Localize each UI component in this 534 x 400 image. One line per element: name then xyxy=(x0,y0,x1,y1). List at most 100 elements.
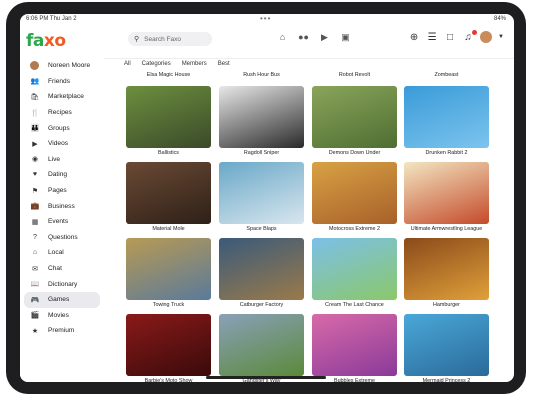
game-thumbnail[interactable] xyxy=(219,162,304,224)
game-title[interactable]: Drunken Rabbit 2 xyxy=(404,150,489,156)
game-tile[interactable]: Ultimate Armwrestling League xyxy=(404,162,489,232)
video-icon[interactable]: ▶ xyxy=(318,32,331,43)
sidebar-item-movies[interactable]: 🎬 Movies xyxy=(20,308,104,324)
game-title[interactable]: Cream The Last Chance xyxy=(312,302,397,308)
game-thumbnail[interactable] xyxy=(219,238,304,300)
sidebar-item-videos[interactable]: ▶ Videos xyxy=(20,136,104,152)
game-title[interactable]: Material Mole xyxy=(126,226,211,232)
game-tile[interactable]: Ballistics xyxy=(126,86,211,156)
game-tile[interactable]: Ragdoll Sniper xyxy=(219,86,304,156)
game-title[interactable]: Ultimate Armwrestling League xyxy=(404,226,489,232)
game-thumbnail[interactable] xyxy=(126,86,211,148)
game-tile[interactable]: Hamburger xyxy=(404,238,489,308)
game-tile[interactable]: Motocross Extreme 2 xyxy=(312,162,397,232)
game-thumbnail[interactable] xyxy=(126,314,211,376)
sidebar-item-recipes[interactable]: 🍴 Recipes xyxy=(20,105,104,121)
sidebar-item-dating[interactable]: ♥ Dating xyxy=(20,167,104,183)
home-indicator[interactable] xyxy=(206,376,326,379)
sidebar-item-label: Events xyxy=(48,218,69,226)
game-tile[interactable]: Mermaid Princess 2 xyxy=(404,314,489,382)
sidebar-item-dictionary[interactable]: 📖 Dictionary xyxy=(20,276,104,292)
game-thumbnail[interactable] xyxy=(404,238,489,300)
sidebar-item-label: Premium xyxy=(48,327,75,335)
game-title[interactable]: Catburger Factory xyxy=(219,302,304,308)
sidebar-item-premium[interactable]: ★ Premium xyxy=(20,323,104,339)
sidebar-item-label: Recipes xyxy=(48,109,72,117)
game-tile[interactable]: Bubbles Extreme xyxy=(312,314,397,382)
game-tile[interactable]: Catburger Factory xyxy=(219,238,304,308)
sidebar-item-business[interactable]: 💼 Business xyxy=(20,198,104,214)
game-tile[interactable]: Cream The Last Chance xyxy=(312,238,397,308)
game-title[interactable]: Ballistics xyxy=(126,150,211,156)
sidebar-item-groups[interactable]: 👪 Groups xyxy=(20,120,104,136)
plus-icon[interactable]: ⊕ xyxy=(408,32,420,43)
sidebar-item-pages[interactable]: ⚑ Pages xyxy=(20,183,104,199)
header-actions: ⊕ ☰ □ ♫ ▼ xyxy=(408,29,504,43)
sidebar-item-label: Groups xyxy=(48,124,70,132)
menu-icon[interactable]: ☰ xyxy=(426,32,438,43)
multitask-dots[interactable]: ••• xyxy=(260,14,271,23)
sidebar-item-noreen-moore[interactable]: Noreen Moore xyxy=(20,58,104,74)
tab-all[interactable]: All xyxy=(124,61,131,67)
game-title[interactable]: Ragdoll Sniper xyxy=(219,150,304,156)
sidebar-item-local[interactable]: ⌂ Local xyxy=(20,245,104,261)
game-title[interactable]: Rush Hour Bus xyxy=(219,72,304,78)
sidebar-item-chat[interactable]: ✉ Chat xyxy=(20,261,104,277)
game-title[interactable]: Towing Truck xyxy=(126,302,211,308)
game-tile[interactable]: Barbie's Moto Show xyxy=(126,314,211,382)
game-thumbnail[interactable] xyxy=(219,86,304,148)
game-tile[interactable]: Space Blaps xyxy=(219,162,304,232)
game-thumbnail[interactable] xyxy=(404,162,489,224)
game-title[interactable]: Mermaid Princess 2 xyxy=(404,378,489,382)
game-tile[interactable]: Demons Down Under xyxy=(312,86,397,156)
sidebar-icon: ▶ xyxy=(32,140,38,148)
game-tile[interactable]: Gangster's Way xyxy=(219,314,304,382)
sidebar-item-questions[interactable]: ? Questions xyxy=(20,230,104,246)
game-title[interactable]: Hamburger xyxy=(404,302,489,308)
chevron-down-icon[interactable]: ▼ xyxy=(498,34,504,40)
game-title[interactable]: Demons Down Under xyxy=(312,150,397,156)
sidebar-item-label: Noreen Moore xyxy=(48,62,91,70)
sidebar-item-marketplace[interactable]: 🛍 Marketplace xyxy=(20,89,104,105)
search-input[interactable]: ⚲ Search Faxo xyxy=(128,32,212,46)
game-thumbnail[interactable] xyxy=(219,314,304,376)
game-title[interactable]: Motocross Extreme 2 xyxy=(312,226,397,232)
game-thumbnail[interactable] xyxy=(312,238,397,300)
game-thumbnail[interactable] xyxy=(404,314,489,376)
game-thumbnail[interactable] xyxy=(126,238,211,300)
game-title[interactable]: Zombeast xyxy=(404,72,489,78)
game-thumbnail[interactable] xyxy=(126,162,211,224)
game-thumbnail[interactable] xyxy=(312,162,397,224)
logo-part-1: fa xyxy=(26,31,44,51)
game-title[interactable]: Elsa Magic House xyxy=(126,72,211,78)
game-tile[interactable]: Drunken Rabbit 2 xyxy=(404,86,489,156)
tab-categories[interactable]: Categories xyxy=(142,61,171,67)
game-thumbnail[interactable] xyxy=(312,314,397,376)
game-thumbnail[interactable] xyxy=(404,86,489,148)
tab-members[interactable]: Members xyxy=(182,61,207,67)
game-title[interactable]: Space Blaps xyxy=(219,226,304,232)
game-title[interactable]: Barbie's Moto Show xyxy=(126,378,211,382)
people-icon[interactable]: ●● xyxy=(297,32,310,43)
avatar[interactable] xyxy=(480,31,493,43)
faxo-logo[interactable]: faxo xyxy=(26,31,66,51)
game-tile[interactable]: Towing Truck xyxy=(126,238,211,308)
sidebar-icon: 📖 xyxy=(30,281,40,289)
sidebar-item-events[interactable]: ▦ Events xyxy=(20,214,104,230)
sidebar-icon: 💼 xyxy=(30,203,40,211)
game-thumbnail[interactable] xyxy=(312,86,397,148)
sidebar-icon: ▦ xyxy=(31,218,39,226)
store-icon[interactable]: ▣ xyxy=(339,32,352,43)
sidebar-item-games[interactable]: 🎮 Games xyxy=(24,291,100,308)
sidebar-item-live[interactable]: ◉ Live xyxy=(20,152,104,168)
game-title[interactable]: Robot Revolt xyxy=(312,72,397,78)
tab-best[interactable]: Best xyxy=(218,61,230,67)
sidebar-item-friends[interactable]: 👥 Friends xyxy=(20,74,104,90)
game-tile[interactable]: Material Mole xyxy=(126,162,211,232)
sidebar-item-label: Pages xyxy=(48,187,67,195)
chat-icon[interactable]: □ xyxy=(444,32,456,43)
games-grid: Elsa Magic House Rush Hour Bus Robot Revol… xyxy=(106,70,514,382)
sidebar-item-label: Live xyxy=(48,155,61,163)
bell-icon[interactable]: ♫ xyxy=(462,29,478,43)
home-icon[interactable]: ⌂ xyxy=(276,32,289,43)
